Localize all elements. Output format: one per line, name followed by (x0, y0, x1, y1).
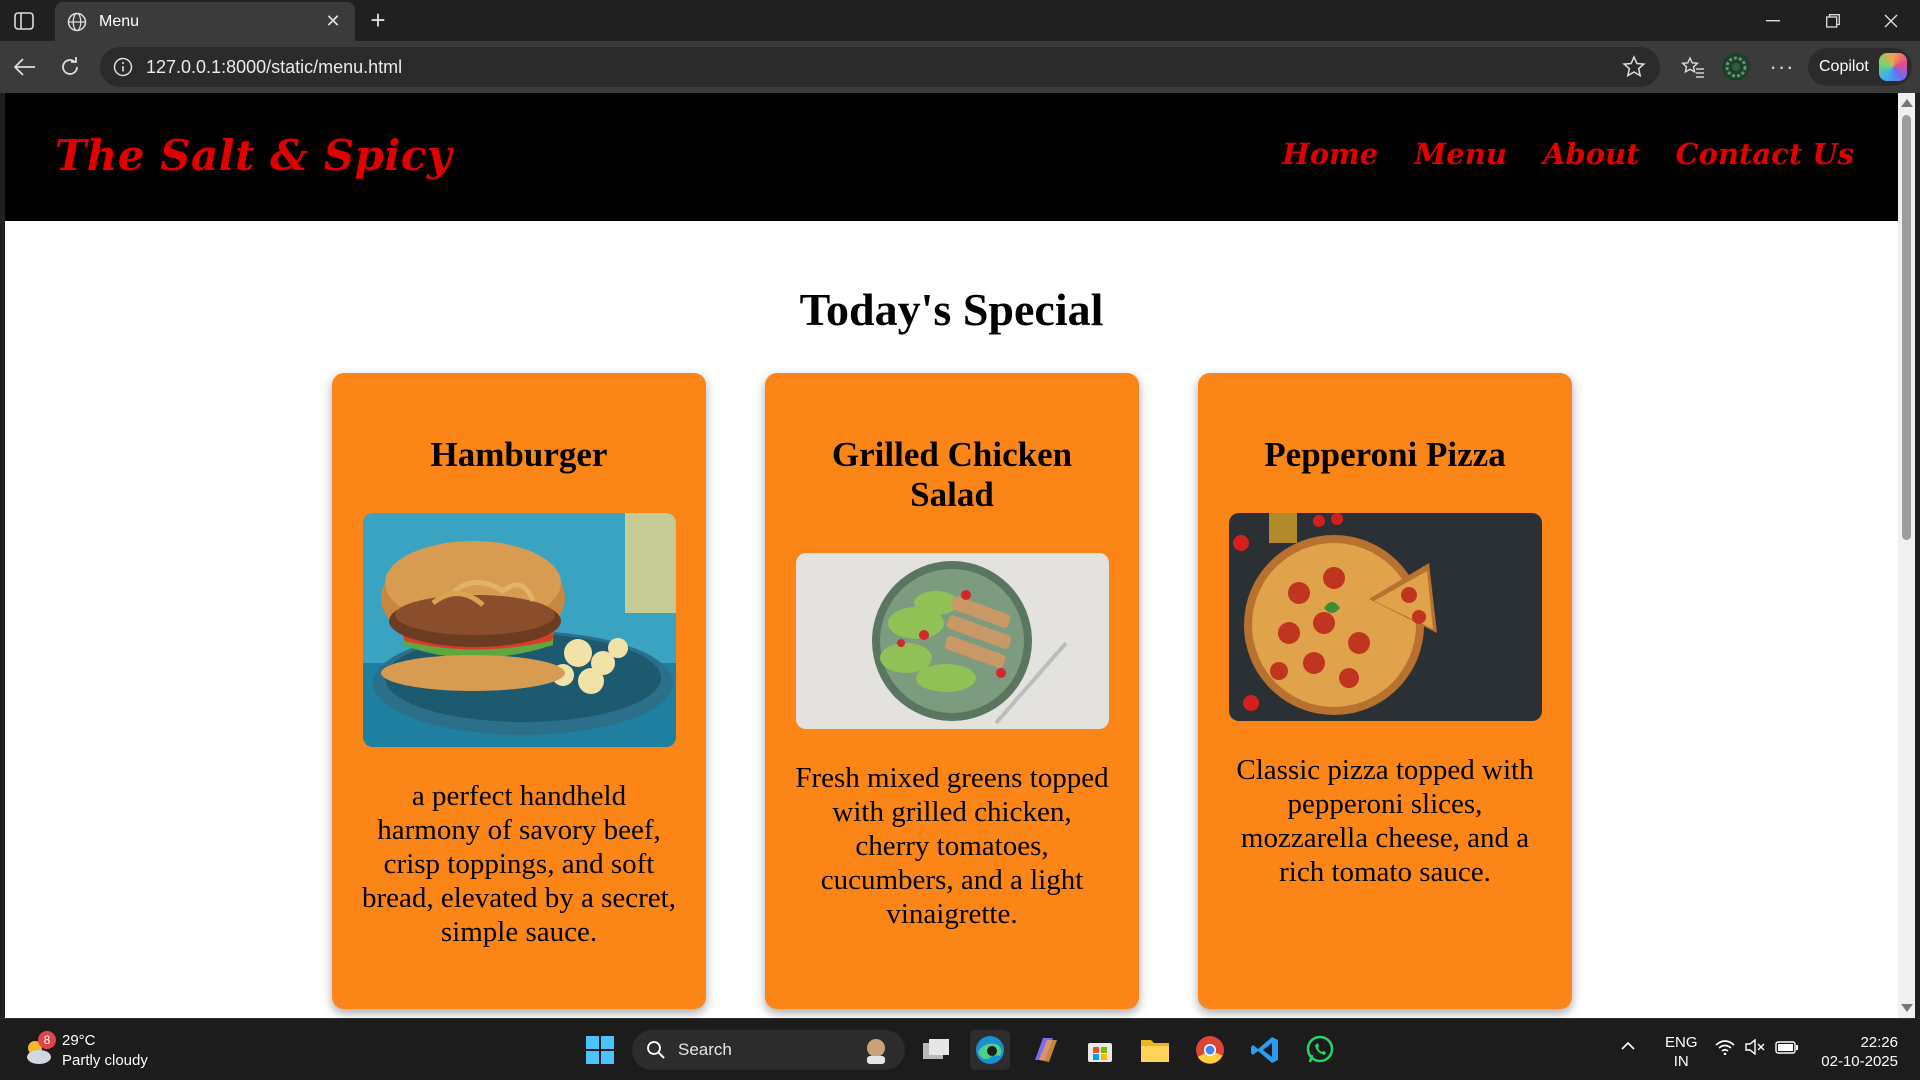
nav-link-about[interactable]: About (1543, 137, 1640, 171)
pizza-image (1228, 513, 1542, 721)
card-title: Pepperoni Pizza (1264, 435, 1506, 474)
site-nav: Home Menu About Contact Us (1282, 137, 1854, 171)
weather-widget[interactable]: 8 29°C Partly cloudy (22, 1031, 148, 1071)
search-highlight-icon (867, 1039, 885, 1064)
copilot-label: Copilot (1819, 58, 1869, 75)
region-code: IN (1673, 1053, 1689, 1070)
clock-time: 22:26 (1860, 1034, 1898, 1051)
clock-date: 02-10-2025 (1821, 1053, 1898, 1070)
browser-tab-bar: Menu ✕ + (0, 0, 1920, 41)
copilot-app-icon[interactable] (1025, 1030, 1065, 1070)
windows-taskbar: 8 29°C Partly cloudy Search ENG IN 22:26… (0, 1018, 1920, 1080)
wifi-icon (1715, 1040, 1735, 1055)
site-info-icon[interactable] (112, 56, 134, 78)
menu-card-chicken-salad: Grilled Chicken Salad Fresh mixed greens… (765, 373, 1139, 1009)
volume-muted-icon (1745, 1039, 1765, 1055)
browser-tab-active[interactable]: Menu ✕ (55, 2, 355, 41)
file-explorer-icon[interactable] (1135, 1030, 1175, 1070)
weather-badge: 8 (38, 1031, 56, 1049)
card-description: Classic pizza topped with pepperoni slic… (1236, 754, 1534, 888)
card-title: Grilled Chicken Salad (831, 435, 1073, 514)
tab-title: Menu (99, 12, 140, 30)
task-view-icon[interactable] (916, 1030, 956, 1070)
tray-overflow-chevron-icon[interactable] (1620, 1037, 1636, 1056)
profile-avatar[interactable] (1720, 51, 1752, 83)
search-icon (647, 1041, 665, 1059)
scrollbar-thumb[interactable] (1902, 115, 1911, 540)
globe-icon (67, 12, 87, 31)
system-tray-icons[interactable] (1715, 1039, 1799, 1055)
chrome-icon[interactable] (1190, 1030, 1230, 1070)
language-indicator[interactable]: ENG IN (1665, 1033, 1698, 1071)
weather-icon: 8 (22, 1031, 56, 1067)
language-code: ENG (1665, 1034, 1698, 1051)
brand-logo[interactable]: The Salt & Spicy (55, 131, 452, 180)
sidebar-toggle-icon[interactable] (12, 10, 36, 32)
section-title: Today's Special (799, 284, 1104, 335)
taskbar-search[interactable]: Search (632, 1030, 905, 1070)
nav-link-contact[interactable]: Contact Us (1676, 137, 1854, 171)
site-header: The Salt & Spicy Home Menu About Contact… (5, 93, 1898, 221)
clock[interactable]: 22:26 02-10-2025 (1812, 1033, 1898, 1071)
more-options-icon[interactable]: ··· (1766, 51, 1798, 83)
hamburger-image (362, 513, 676, 747)
favorite-star-icon[interactable] (1622, 55, 1646, 79)
microsoft-store-icon[interactable] (1080, 1030, 1120, 1070)
edge-browser-icon[interactable] (970, 1030, 1010, 1070)
nav-link-home[interactable]: Home (1282, 137, 1378, 171)
scroll-up-arrow-icon[interactable] (1901, 99, 1913, 107)
page-scrollbar[interactable] (1898, 93, 1915, 1018)
url-text[interactable]: 127.0.0.1:8000/static/menu.html (146, 57, 402, 78)
close-window-icon[interactable] (1862, 0, 1920, 41)
copilot-icon (1878, 53, 1907, 81)
reload-icon[interactable] (54, 51, 86, 83)
restore-icon[interactable] (1804, 0, 1862, 41)
card-description: a perfect handheld harmony of savory bee… (362, 780, 676, 948)
page-viewport: The Salt & Spicy Home Menu About Contact… (5, 93, 1898, 1018)
whatsapp-icon[interactable] (1300, 1030, 1340, 1070)
back-arrow-icon[interactable] (9, 51, 41, 83)
favorites-icon[interactable] (1677, 51, 1709, 83)
address-bar[interactable]: 127.0.0.1:8000/static/menu.html (100, 47, 1660, 87)
copilot-button[interactable]: Copilot (1808, 48, 1912, 86)
new-tab-button[interactable]: + (364, 6, 392, 34)
nav-link-menu[interactable]: Menu (1414, 137, 1507, 171)
vscode-icon[interactable] (1245, 1030, 1285, 1070)
salad-image (795, 553, 1109, 729)
card-title: Hamburger (430, 435, 608, 474)
battery-icon (1775, 1041, 1798, 1054)
card-description: Fresh mixed greens topped with grilled c… (795, 762, 1109, 930)
weather-desc: Partly cloudy (62, 1052, 148, 1069)
browser-toolbar: 127.0.0.1:8000/static/menu.html ··· Copi… (0, 41, 1920, 93)
scroll-down-arrow-icon[interactable] (1901, 1004, 1913, 1012)
menu-card-hamburger: Hamburger a perfect handheld harmony of … (332, 373, 706, 1009)
minimize-icon[interactable] (1744, 0, 1802, 41)
search-label: Search (678, 1040, 732, 1059)
close-tab-icon[interactable]: ✕ (323, 11, 343, 32)
weather-temp: 29°C (62, 1032, 96, 1049)
menu-card-pepperoni-pizza: Pepperoni Pizza Classic pizza topped wit… (1198, 373, 1572, 1009)
windows-start-icon[interactable] (580, 1030, 620, 1070)
